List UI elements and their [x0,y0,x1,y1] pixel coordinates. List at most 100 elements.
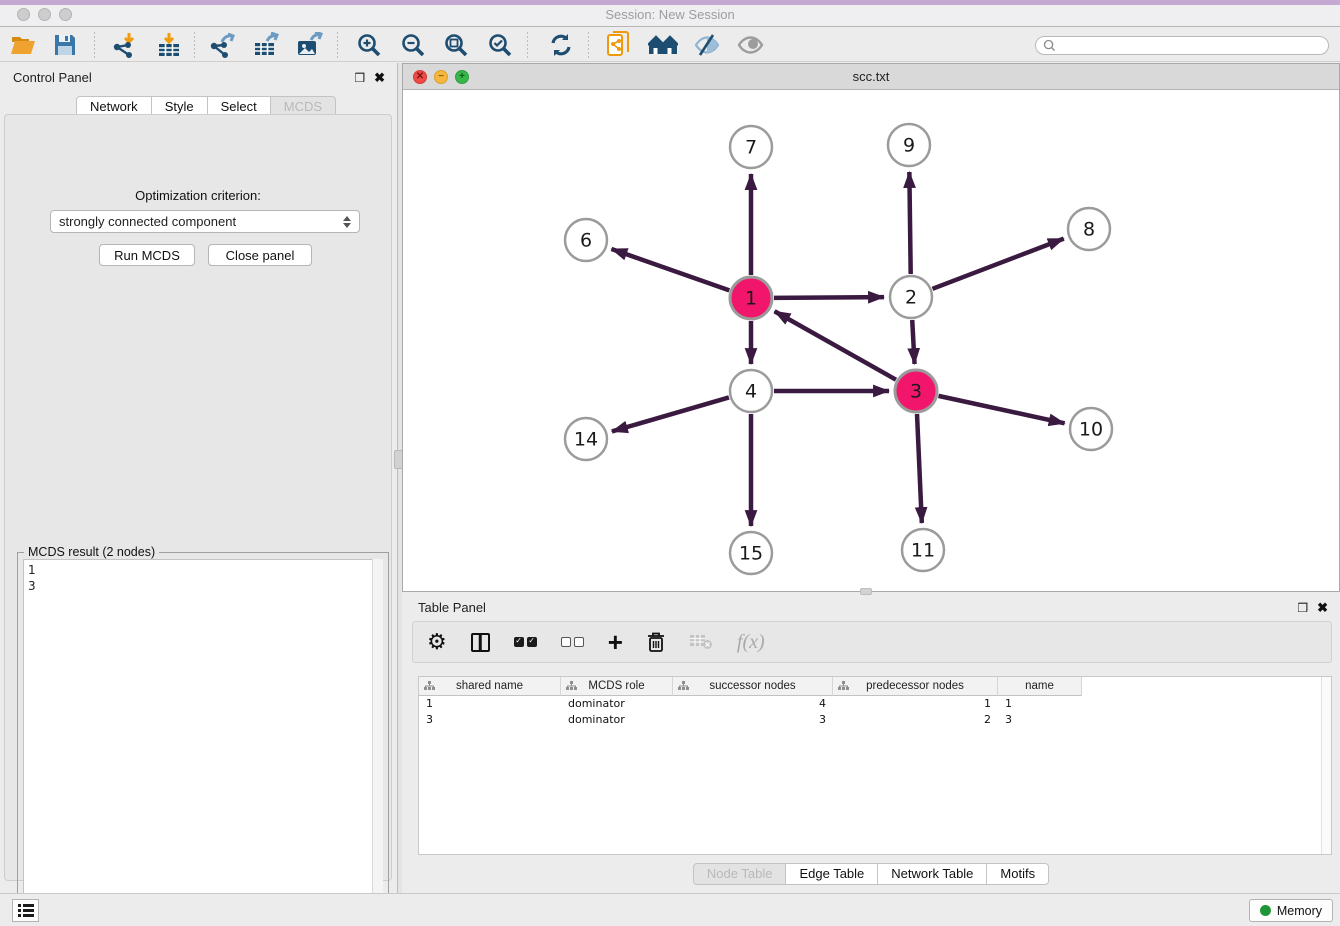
cell-MCDS-role[interactable]: dominator [561,696,673,712]
table-mode-icon[interactable]: ⚙ [427,628,447,656]
column-header-name[interactable]: name [998,677,1082,696]
edge-1-6[interactable] [611,249,729,290]
float-table-panel-icon[interactable]: ❒ [1297,601,1308,615]
edge-4-14[interactable] [612,397,729,431]
table-row[interactable]: 3dominator323 [419,712,1331,728]
edge-2-9[interactable] [909,172,910,274]
cell-predecessor-nodes[interactable]: 1 [833,696,998,712]
table-tab-network-table[interactable]: Network Table [878,863,987,885]
node-3[interactable]: 3 [895,370,937,412]
close-panel-icon[interactable]: ✖ [374,70,385,86]
search-icon [1043,39,1056,52]
create-column-icon[interactable]: + [608,628,623,656]
zoom-out-icon[interactable] [398,31,428,59]
column-header-successor-nodes[interactable]: successor nodes [673,677,833,696]
node-6[interactable]: 6 [565,219,607,261]
node-1[interactable]: 1 [730,277,772,319]
node-15[interactable]: 15 [730,532,772,574]
delete-columns-icon[interactable] [647,628,665,656]
show-hide-columns-icon[interactable] [471,628,490,656]
cell-successor-nodes[interactable]: 4 [673,696,833,712]
export-table-icon[interactable] [251,31,281,59]
cell-shared-name[interactable]: 1 [419,696,561,712]
zoom-fit-icon[interactable] [441,31,471,59]
toolbar-separator [588,32,589,58]
node-9[interactable]: 9 [888,124,930,166]
table-tab-motifs[interactable]: Motifs [987,863,1049,885]
criterion-dropdown[interactable]: strongly connected component [50,210,360,233]
close-panel-button[interactable]: Close panel [208,244,312,266]
unselect-all-columns-icon[interactable] [561,628,584,656]
node-8[interactable]: 8 [1068,208,1110,250]
export-image-icon[interactable] [295,31,325,59]
node-label: 9 [903,135,915,157]
node-10[interactable]: 10 [1070,408,1112,450]
table-panel: Table Panel ❒ ✖ ⚙ + f(x) shared nameMCDS… [402,595,1340,893]
apply-preferred-layout-icon[interactable] [546,31,576,59]
hide-selected-icon[interactable] [691,31,721,59]
search-field[interactable] [1035,36,1329,55]
select-all-columns-icon[interactable] [514,628,537,656]
search-input[interactable] [1061,39,1321,53]
export-network-icon[interactable] [207,31,237,59]
cell-successor-nodes[interactable]: 3 [673,712,833,728]
node-label: 7 [745,137,757,159]
network-window-titlebar[interactable]: ✕ − + scc.txt [403,64,1339,90]
run-mcds-button[interactable]: Run MCDS [99,244,195,266]
table-row[interactable]: 1dominator411 [419,696,1331,712]
show-all-icon[interactable] [735,31,765,59]
toolbar-separator [527,32,528,58]
node-label: 10 [1079,419,1103,441]
column-header-predecessor-nodes[interactable]: predecessor nodes [833,677,998,696]
cell-MCDS-role[interactable]: dominator [561,712,673,728]
open-session-icon[interactable] [8,31,38,59]
cell-name[interactable]: 3 [998,712,1082,728]
edge-3-10[interactable] [938,396,1064,423]
float-panel-icon[interactable]: ❒ [354,71,365,85]
memory-status-icon [1260,905,1271,916]
cell-predecessor-nodes[interactable]: 2 [833,712,998,728]
column-header-MCDS-role[interactable]: MCDS role [561,677,673,696]
cell-shared-name[interactable]: 3 [419,712,561,728]
control-panel-title: Control Panel [13,70,92,85]
close-table-panel-icon[interactable]: ✖ [1317,600,1328,616]
horizontal-splitter-grip[interactable] [860,588,872,595]
node-2[interactable]: 2 [890,276,932,318]
column-type-icon [566,681,577,691]
node-label: 8 [1083,219,1095,241]
criterion-value: strongly connected component [59,214,343,229]
zoom-in-icon[interactable] [354,31,384,59]
node-11[interactable]: 11 [902,529,944,571]
import-network-icon[interactable] [109,31,139,59]
result-scrollbar[interactable] [372,559,383,914]
edge-3-1[interactable] [775,311,896,379]
edge-2-8[interactable] [932,239,1063,289]
cell-name[interactable]: 1 [998,696,1082,712]
edge-2-3[interactable] [912,320,914,364]
network-canvas[interactable]: 7 9 6 8 1 2 4 3 14 10 15 11 [403,91,1339,591]
import-table-icon[interactable] [154,31,184,59]
memory-label: Memory [1277,904,1322,918]
new-network-from-selection-icon[interactable] [605,31,635,59]
mcds-result-text[interactable]: 1 3 [23,559,383,914]
table-scrollbar[interactable] [1321,677,1331,854]
table-header-row: shared nameMCDS rolesuccessor nodesprede… [419,677,1331,696]
node-7[interactable]: 7 [730,126,772,168]
node-label: 14 [574,429,598,451]
edge-1-2[interactable] [774,297,884,298]
table-tab-edge-table[interactable]: Edge Table [786,863,878,885]
node-4[interactable]: 4 [730,370,772,412]
column-header-shared-name[interactable]: shared name [419,677,561,696]
ndex-icon[interactable] [648,31,678,59]
node-14[interactable]: 14 [565,418,607,460]
application-window: Session: New Session [0,0,1340,926]
memory-button[interactable]: Memory [1249,899,1333,922]
task-history-button[interactable] [12,899,39,922]
edge-3-11[interactable] [917,414,922,523]
zoom-selected-icon[interactable] [485,31,515,59]
node-table: shared nameMCDS rolesuccessor nodesprede… [418,676,1332,855]
toolbar-separator [94,32,95,58]
table-tabs: Node TableEdge TableNetwork TableMotifs [402,863,1340,885]
table-tab-node-table[interactable]: Node Table [693,863,787,885]
save-session-icon[interactable] [50,31,80,59]
